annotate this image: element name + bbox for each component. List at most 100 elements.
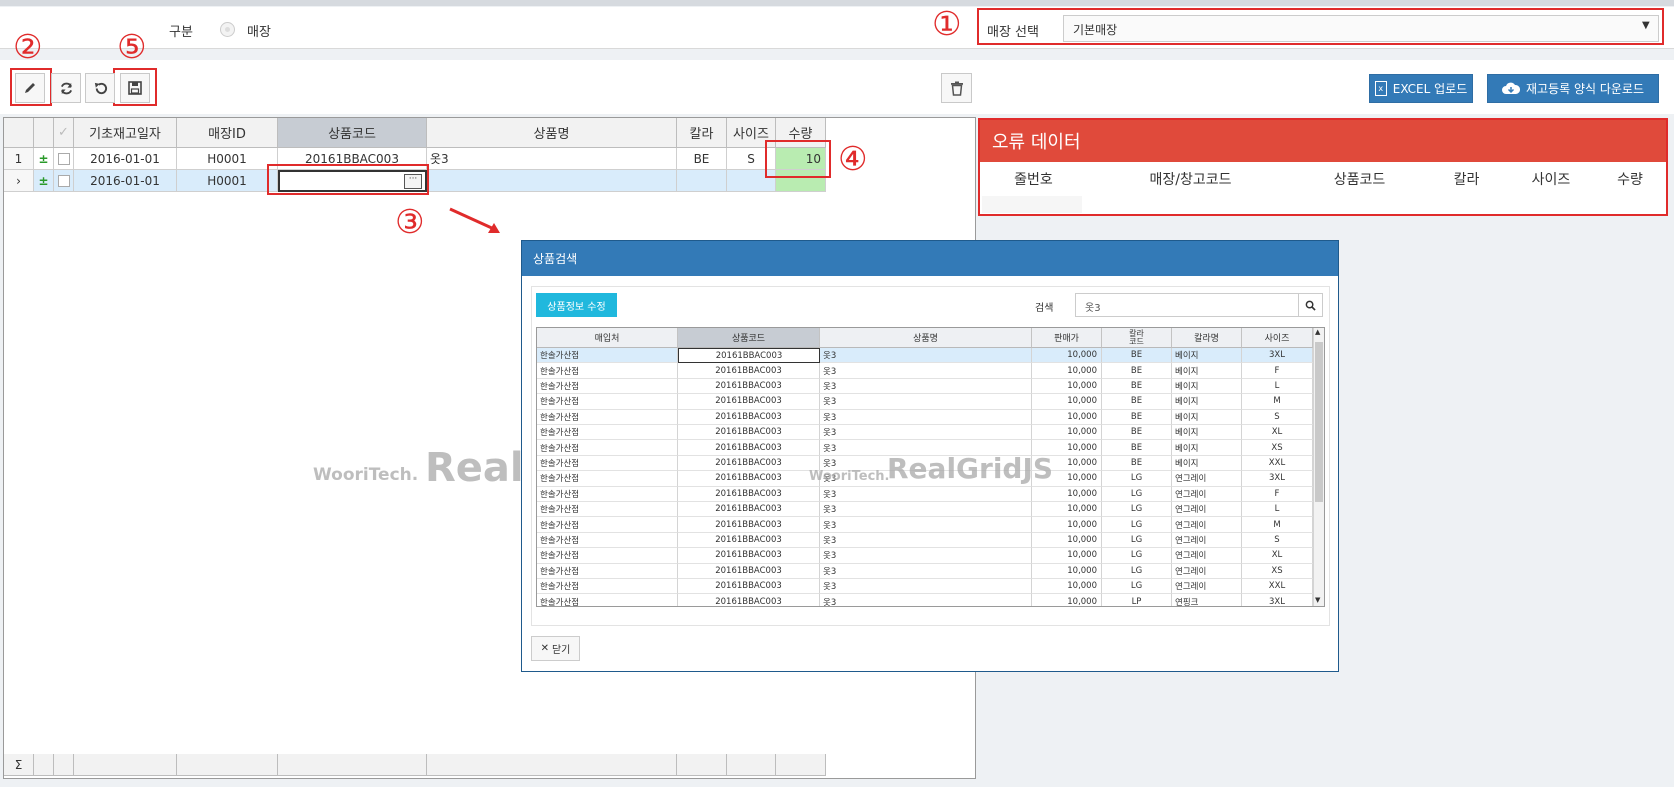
cell-product-name[interactable]: 옷3: [820, 579, 1032, 595]
cell-price[interactable]: 10,000: [1032, 594, 1102, 606]
cell-product-name[interactable]: [427, 170, 677, 192]
cell-color-code[interactable]: LP: [1102, 594, 1172, 606]
row-checkbox[interactable]: [54, 170, 74, 192]
cell-product-code[interactable]: 20161BBAC003: [678, 486, 820, 502]
cell-supplier[interactable]: 한솔가산점: [537, 394, 678, 410]
cell-product-code[interactable]: 20161BBAC003: [678, 471, 820, 487]
col-header-color-name[interactable]: 칼라명: [1172, 328, 1242, 348]
cell-color-code[interactable]: LG: [1102, 471, 1172, 487]
cell-color-code[interactable]: BE: [1102, 348, 1172, 364]
cell-supplier[interactable]: 한솔가산점: [537, 409, 678, 425]
cell-supplier[interactable]: 한솔가산점: [537, 455, 678, 472]
save-button[interactable]: [120, 73, 150, 103]
cell-color-code[interactable]: LG: [1102, 486, 1172, 502]
cell-color-name[interactable]: 연그레이: [1172, 563, 1242, 579]
cell-color-code[interactable]: BE: [1102, 363, 1172, 379]
cell-color-name[interactable]: 베이지: [1172, 409, 1242, 425]
cell-date[interactable]: 2016-01-01: [74, 148, 177, 170]
cell-store-id[interactable]: H0001: [177, 148, 278, 170]
cell-color-name[interactable]: 베이지: [1172, 363, 1242, 379]
cell-size[interactable]: L: [1242, 378, 1313, 395]
store-select[interactable]: 기본매장 ▼: [1063, 15, 1659, 42]
cell-product-name[interactable]: 옷3: [820, 425, 1032, 441]
cell-color-code[interactable]: LG: [1102, 502, 1172, 518]
cell-color-code[interactable]: LG: [1102, 579, 1172, 595]
cell-color[interactable]: BE: [677, 148, 727, 170]
close-button[interactable]: ✕ 닫기: [531, 636, 580, 661]
cell-price[interactable]: 10,000: [1032, 548, 1102, 564]
cell-color-code[interactable]: BE: [1102, 394, 1172, 410]
cell-price[interactable]: 10,000: [1032, 348, 1102, 364]
cell-color-name[interactable]: 베이지: [1172, 394, 1242, 410]
cell-price[interactable]: 10,000: [1032, 563, 1102, 579]
cell-product-name[interactable]: 옷3: [820, 548, 1032, 564]
template-download-button[interactable]: 재고등록 양식 다운로드: [1487, 74, 1659, 103]
cell-price[interactable]: 10,000: [1032, 532, 1102, 549]
cell-supplier[interactable]: 한솔가산점: [537, 471, 678, 487]
cell-supplier[interactable]: 한솔가산점: [537, 579, 678, 595]
cell-product-name[interactable]: 옷3: [820, 378, 1032, 395]
cell-color-code[interactable]: BE: [1102, 440, 1172, 456]
cell-product-name[interactable]: 옷3: [820, 409, 1032, 425]
cell-product-code[interactable]: 20161BBAC003: [678, 517, 820, 533]
cell-color-code[interactable]: LG: [1102, 548, 1172, 564]
scroll-down-icon[interactable]: ▼: [1315, 596, 1320, 604]
cell-color-name[interactable]: 연그레이: [1172, 579, 1242, 595]
col-header-product-name[interactable]: 상품명: [820, 328, 1032, 348]
cell-price[interactable]: 10,000: [1032, 579, 1102, 595]
refresh-button[interactable]: [51, 73, 81, 103]
cell-size[interactable]: XXL: [1242, 455, 1313, 472]
cell-size[interactable]: 3XL: [1242, 348, 1313, 364]
col-header-product-name[interactable]: 상품명: [427, 118, 677, 148]
cell-supplier[interactable]: 한솔가산점: [537, 425, 678, 441]
cell-product-name[interactable]: 옷3: [820, 594, 1032, 606]
col-header-product-code[interactable]: 상품코드: [678, 328, 820, 348]
search-button[interactable]: [1298, 293, 1323, 317]
cell-price[interactable]: 10,000: [1032, 517, 1102, 533]
col-header-size[interactable]: 사이즈: [1242, 328, 1313, 348]
cell-date[interactable]: 2016-01-01: [74, 170, 177, 192]
cell-price[interactable]: 10,000: [1032, 363, 1102, 379]
cell-supplier[interactable]: 한솔가산점: [537, 486, 678, 502]
cell-product-code[interactable]: 20161BBAC003: [678, 502, 820, 518]
cell-product-code[interactable]: 20161BBAC003: [678, 348, 820, 364]
cell-color-code[interactable]: BE: [1102, 425, 1172, 441]
cell-price[interactable]: 10,000: [1032, 409, 1102, 425]
cell-size[interactable]: M: [1242, 517, 1313, 533]
cell-color-name[interactable]: 베이지: [1172, 440, 1242, 456]
cell-supplier[interactable]: 한솔가산점: [537, 594, 678, 606]
cell-supplier[interactable]: 한솔가산점: [537, 363, 678, 379]
cell-price[interactable]: 10,000: [1032, 425, 1102, 441]
col-header-product-code[interactable]: 상품코드: [278, 118, 427, 148]
cell-product-name[interactable]: 옷3: [427, 148, 677, 170]
cell-supplier[interactable]: 한솔가산점: [537, 502, 678, 518]
cell-color-code[interactable]: LG: [1102, 532, 1172, 549]
cell-color-name[interactable]: 연그레이: [1172, 502, 1242, 518]
cell-color-name[interactable]: 연그레이: [1172, 532, 1242, 549]
cell-supplier[interactable]: 한솔가산점: [537, 440, 678, 456]
cell-product-name[interactable]: 옷3: [820, 517, 1032, 533]
cell-product-name[interactable]: 옷3: [820, 502, 1032, 518]
delete-button[interactable]: [941, 73, 972, 103]
cell-product-code[interactable]: 20161BBAC003: [678, 532, 820, 549]
cell-color-name[interactable]: 연핑크: [1172, 594, 1242, 606]
cell-product-name[interactable]: 옷3: [820, 348, 1032, 364]
undo-button[interactable]: [85, 73, 115, 103]
col-header-date[interactable]: 기초재고일자: [74, 118, 177, 148]
search-input[interactable]: 옷3: [1075, 293, 1299, 317]
cell-size[interactable]: 3XL: [1242, 594, 1313, 606]
check-all-header[interactable]: ✓: [54, 118, 74, 148]
cell-product-code[interactable]: 20161BBAC003: [678, 594, 820, 606]
col-header-color[interactable]: 칼라: [677, 118, 727, 148]
cell-product-code[interactable]: 20161BBAC003: [678, 409, 820, 425]
col-header-price[interactable]: 판매가: [1032, 328, 1102, 348]
cell-product-name[interactable]: 옷3: [820, 363, 1032, 379]
cell-size[interactable]: 3XL: [1242, 471, 1313, 487]
row-checkbox[interactable]: [54, 148, 74, 170]
cell-size[interactable]: F: [1242, 363, 1313, 379]
cell-product-code[interactable]: 20161BBAC003: [678, 455, 820, 472]
store-radio[interactable]: [220, 22, 235, 37]
cell-size[interactable]: L: [1242, 502, 1313, 518]
cell-color-name[interactable]: 베이지: [1172, 378, 1242, 395]
cell-product-name[interactable]: 옷3: [820, 532, 1032, 549]
